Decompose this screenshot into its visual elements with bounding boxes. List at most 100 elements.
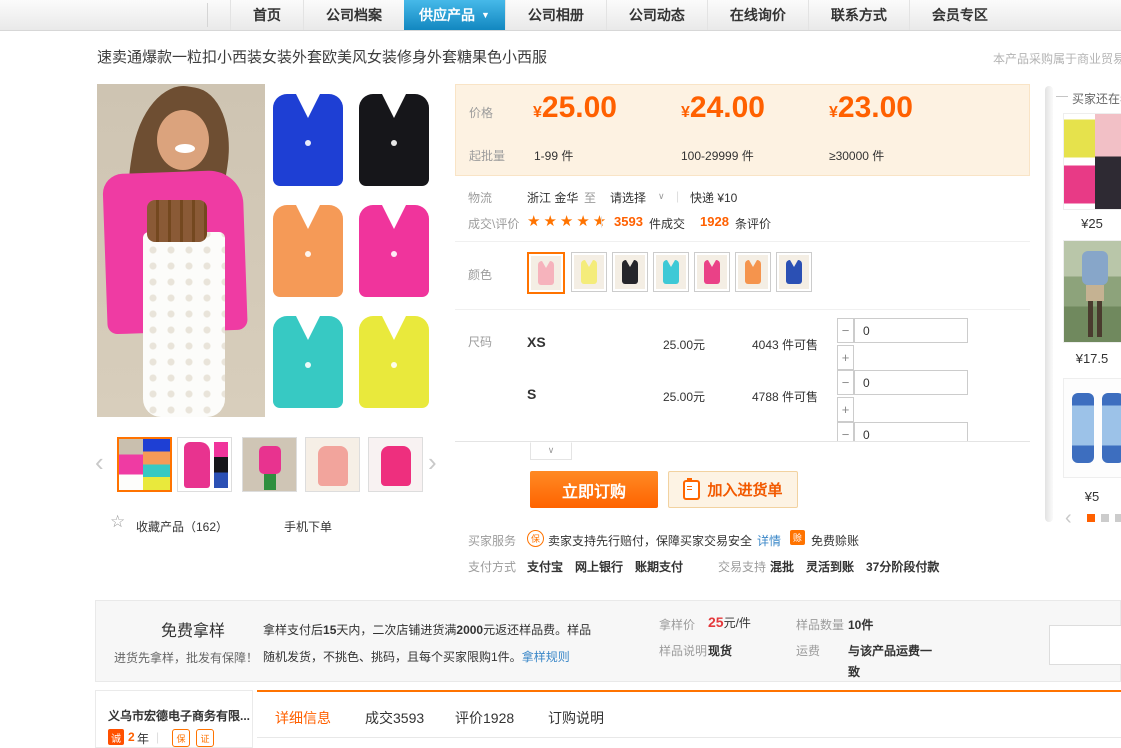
minus-button[interactable]: − xyxy=(837,370,854,395)
nav-separator xyxy=(207,3,208,27)
color-swatch-orange[interactable] xyxy=(735,252,771,292)
thumb-art xyxy=(381,446,411,486)
nav-item-news[interactable]: 公司动态 xyxy=(606,0,707,30)
review-count[interactable]: 1928 xyxy=(700,214,729,229)
thumbnail-5[interactable] xyxy=(368,437,423,492)
express-fee: 快递 ¥10 xyxy=(690,189,737,206)
price-tier-1: ¥25.00 xyxy=(533,91,617,125)
deal-count[interactable]: 3593 xyxy=(614,214,643,229)
nav-item-contact[interactable]: 联系方式 xyxy=(808,0,909,30)
thumbnail-1[interactable] xyxy=(117,437,172,492)
destination-select[interactable]: 请选择 xyxy=(610,189,646,206)
favorite-star-icon[interactable]: ☆ xyxy=(110,512,125,532)
credit-badge-icon: 赊 xyxy=(790,530,805,545)
mobile-order-link[interactable]: 手机下单 xyxy=(284,518,332,535)
related-item-3[interactable] xyxy=(1063,378,1121,478)
caret-down-icon: ▼ xyxy=(481,10,490,20)
price-box: 价格 ¥25.00 ¥24.00 ¥23.00 起批量 1-99 件 100-2… xyxy=(455,84,1030,176)
related-item-image xyxy=(1063,378,1121,478)
pagination-dot-active[interactable] xyxy=(1087,514,1095,522)
sample-ship-value2: 致 xyxy=(848,663,860,680)
logistics-origin: 浙江 金华 xyxy=(527,189,578,206)
quantity-input[interactable] xyxy=(854,422,968,442)
nav-item-member[interactable]: 会员专区 xyxy=(909,0,1010,30)
currency-symbol: ¥ xyxy=(533,104,542,121)
blazer-black xyxy=(359,94,429,186)
plus-button[interactable]: + xyxy=(837,397,854,422)
swatch-photo xyxy=(615,255,645,289)
trade-notice: 本产品采购属于商业贸易行为 xyxy=(993,50,1121,67)
company-name[interactable]: 义乌市宏德电子商务有限... xyxy=(108,707,250,724)
related-art xyxy=(1102,393,1121,463)
related-art xyxy=(1072,393,1094,463)
thumbs-prev-icon[interactable]: ‹ xyxy=(95,452,104,472)
related-prev-icon[interactable]: ‹ xyxy=(1065,508,1072,528)
related-art xyxy=(1095,114,1121,209)
sample-title: 免费拿样 xyxy=(161,617,225,641)
thumbnail-4[interactable] xyxy=(305,437,360,492)
guarantee-text: 卖家支持先行赔付，保障买家交易安全 xyxy=(548,532,752,549)
color-swatch-rose[interactable] xyxy=(694,252,730,292)
order-now-button[interactable]: 立即订购 xyxy=(530,471,658,508)
tab-detail-info[interactable]: 详细信息 xyxy=(275,708,331,728)
nav-items: 首页 公司档案 供应产品 ▼ 公司相册 公司动态 在线询价 联系方式 会员专区 xyxy=(230,0,1010,30)
related-item-price: ¥5 xyxy=(1063,489,1121,504)
sample-rule-link[interactable]: 拿样规则 xyxy=(522,650,570,664)
price-value: 25.00 xyxy=(542,91,617,124)
nav-item-home[interactable]: 首页 xyxy=(230,0,303,30)
thumbs-next-icon[interactable]: › xyxy=(428,452,437,472)
color-label: 颜色 xyxy=(468,266,492,283)
color-swatch-pink[interactable] xyxy=(527,252,565,294)
size-row-name: XS xyxy=(527,334,546,350)
related-item-2[interactable] xyxy=(1063,240,1121,343)
pagination-dot[interactable] xyxy=(1101,514,1109,522)
deals-label: 成交\评价 xyxy=(468,215,519,232)
sidebar-scrollbar[interactable] xyxy=(1045,86,1053,522)
certificate-badge-icon: 证 xyxy=(196,729,214,747)
size-row-name: S xyxy=(527,386,536,402)
color-swatch-black[interactable] xyxy=(612,252,648,292)
swatch-photo xyxy=(531,256,561,290)
related-item-price: ¥17.5 xyxy=(1063,351,1121,366)
sample-price-label: 拿样价 xyxy=(659,616,695,633)
expand-sizes-button[interactable]: ∨ xyxy=(530,442,572,460)
minus-button[interactable]: − xyxy=(837,422,854,442)
add-to-cart-button[interactable]: 加入进货单 xyxy=(668,471,798,508)
nav-item-album[interactable]: 公司相册 xyxy=(505,0,606,30)
thumb-art xyxy=(184,442,210,488)
nav-item-inquiry[interactable]: 在线询价 xyxy=(707,0,808,30)
thumbnail-2[interactable] xyxy=(177,437,232,492)
get-sample-button[interactable]: 立即拿样 xyxy=(1049,625,1121,665)
quantity-input[interactable] xyxy=(854,370,968,395)
favorite-product-link[interactable]: 收藏产品（162） xyxy=(136,518,228,535)
color-swatch-blue[interactable] xyxy=(776,252,812,292)
color-swatch-yellow[interactable] xyxy=(571,252,607,292)
swatch-photo xyxy=(779,255,809,289)
divider: | xyxy=(676,189,679,203)
thumb-art xyxy=(214,442,228,488)
related-art xyxy=(1088,301,1093,337)
quantity-stepper: − + xyxy=(837,370,970,423)
quantity-input[interactable] xyxy=(854,318,968,343)
color-swatch-cyan[interactable] xyxy=(653,252,689,292)
moq-tier-3: ≥30000 件 xyxy=(829,147,884,164)
related-item-price: ¥25 xyxy=(1063,216,1121,231)
nav-item-company-profile[interactable]: 公司档案 xyxy=(303,0,404,30)
related-item-image xyxy=(1063,240,1121,343)
currency-symbol: ¥ xyxy=(829,104,838,121)
company-card: 义乌市宏德电子商务有限... 诚 2 年 | 保 证 xyxy=(95,690,253,748)
detail-link[interactable]: 详情 xyxy=(757,532,781,549)
nav-item-products[interactable]: 供应产品 ▼ xyxy=(404,0,505,30)
tab-deals[interactable]: 成交3593 xyxy=(365,708,424,728)
chevron-down-icon[interactable]: ∨ xyxy=(658,191,665,202)
moq-tier-1: 1-99 件 xyxy=(534,147,573,164)
pagination-dot[interactable] xyxy=(1115,514,1121,522)
thumbnail-3[interactable] xyxy=(242,437,297,492)
tab-reviews[interactable]: 评价1928 xyxy=(455,708,514,728)
minus-button[interactable]: − xyxy=(837,318,854,343)
tab-order-notes[interactable]: 订购说明 xyxy=(548,708,604,728)
price-tier-2: ¥24.00 xyxy=(681,91,765,125)
model-white-dress xyxy=(143,232,225,417)
plus-button[interactable]: + xyxy=(837,345,854,370)
related-item-1[interactable] xyxy=(1063,113,1121,210)
